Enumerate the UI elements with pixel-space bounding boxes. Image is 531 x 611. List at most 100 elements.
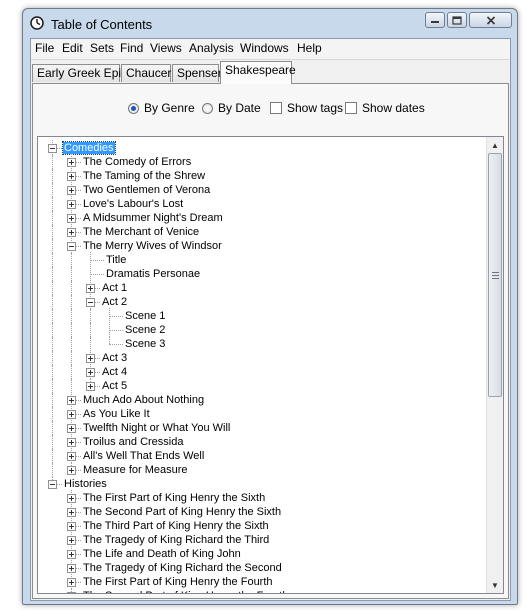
window-client-area: File Edit Sets Find Views Analysis Windo… (30, 38, 511, 601)
scroll-down-button[interactable]: ▼ (487, 577, 503, 593)
expand-icon[interactable] (67, 158, 76, 167)
menu-windows[interactable]: Windows (240, 41, 289, 56)
close-button[interactable] (469, 12, 512, 28)
clock-icon[interactable] (30, 16, 44, 30)
expand-icon[interactable] (86, 382, 95, 391)
tree-item-label: Twelfth Night or What You Will (83, 422, 231, 434)
tree-item-troilus-and-cressida[interactable]: Troilus and Cressida (82, 435, 184, 449)
title-bar[interactable]: Table of Contents (23, 9, 517, 39)
collapse-icon[interactable] (86, 298, 95, 307)
tree-connector-line (109, 336, 110, 344)
tree-item-act-5[interactable]: Act 5 (101, 379, 128, 393)
expand-icon[interactable] (67, 172, 76, 181)
tree-item-the-merchant-of-venice[interactable]: The Merchant of Venice (82, 225, 200, 239)
expand-icon[interactable] (67, 494, 76, 503)
expand-icon[interactable] (67, 396, 76, 405)
tree-item-act-4[interactable]: Act 4 (101, 365, 128, 379)
tree-item-a-midsummer-night-s-dream[interactable]: A Midsummer Night's Dream (82, 211, 224, 225)
tree-connector-line (109, 344, 123, 345)
by-genre-option[interactable]: By Genre (128, 101, 195, 115)
tree-item-two-gentlemen-of-verona[interactable]: Two Gentlemen of Verona (82, 183, 211, 197)
tree-connector-line (52, 197, 53, 211)
tree-item-scene-3[interactable]: Scene 3 (124, 337, 166, 351)
tree-item-histories[interactable]: Histories (63, 477, 108, 491)
tree-item-twelfth-night-or-what-you-will[interactable]: Twelfth Night or What You Will (82, 421, 231, 435)
expand-icon[interactable] (67, 410, 76, 419)
expand-icon[interactable] (67, 200, 76, 209)
tree-connector-line (52, 379, 53, 393)
expand-icon[interactable] (67, 522, 76, 531)
expand-icon[interactable] (67, 466, 76, 475)
tree-item-as-you-like-it[interactable]: As You Like It (82, 407, 151, 421)
minimize-icon (431, 21, 439, 23)
tree-item-the-tragedy-of-king-richard-the-second[interactable]: The Tragedy of King Richard the Second (82, 561, 283, 575)
expand-icon[interactable] (67, 578, 76, 587)
menu-file[interactable]: File (35, 41, 54, 56)
expand-icon[interactable] (67, 424, 76, 433)
tab-chaucer[interactable]: Chaucer (121, 64, 171, 82)
tree-item-label: The Comedy of Errors (83, 156, 192, 168)
tree-item-the-comedy-of-errors[interactable]: The Comedy of Errors (82, 155, 192, 169)
by-date-option[interactable]: By Date (202, 101, 261, 115)
scroll-thumb[interactable] (488, 153, 502, 397)
tree-item-act-3[interactable]: Act 3 (101, 351, 128, 365)
tree-item-the-merry-wives-of-windsor[interactable]: The Merry Wives of Windsor (82, 239, 223, 253)
expand-icon[interactable] (67, 228, 76, 237)
menu-views[interactable]: Views (150, 41, 182, 56)
scroll-up-button[interactable]: ▲ (487, 137, 503, 153)
tab-early-greek-epic[interactable]: Early Greek Epic (32, 64, 127, 82)
tree-item-the-life-and-death-of-king-john[interactable]: The Life and Death of King John (82, 547, 242, 561)
expand-icon[interactable] (67, 564, 76, 573)
contents-tree: Comedies The Comedy of Errors The Taming o… (37, 136, 504, 594)
tree-item-the-second-part-of-king-henry-the-fourth[interactable]: The Second Part of King Henry the Fourth (82, 589, 289, 593)
expand-icon[interactable] (67, 550, 76, 559)
menu-edit[interactable]: Edit (62, 41, 83, 56)
expand-icon[interactable] (86, 368, 95, 377)
show-dates-option[interactable]: Show dates (345, 101, 425, 115)
tree-item-act-1[interactable]: Act 1 (101, 281, 128, 295)
tree-item-dramatis-personae[interactable]: Dramatis Personae (105, 267, 201, 281)
tree-item-the-taming-of-the-shrew[interactable]: The Taming of the Shrew (82, 169, 206, 183)
tab-spenser[interactable]: Spenser (172, 64, 222, 82)
tree-item-scene-1[interactable]: Scene 1 (124, 309, 166, 323)
tree-item-comedies[interactable]: Comedies (62, 141, 116, 155)
tree-item-the-first-part-of-king-henry-the-fourth[interactable]: The First Part of King Henry the Fourth (82, 575, 274, 589)
expand-icon[interactable] (86, 354, 95, 363)
expand-icon[interactable] (67, 452, 76, 461)
collapse-icon[interactable] (48, 480, 57, 489)
expand-icon[interactable] (67, 508, 76, 517)
by-genre-radio[interactable] (128, 102, 139, 114)
menu-find[interactable]: Find (120, 41, 143, 56)
expand-icon[interactable] (67, 592, 76, 593)
maximize-button[interactable] (447, 12, 467, 28)
menu-sets[interactable]: Sets (90, 41, 114, 56)
tree-item-the-first-part-of-king-henry-the-sixth[interactable]: The First Part of King Henry the Sixth (82, 491, 266, 505)
show-dates-checkbox[interactable] (345, 102, 357, 114)
minimize-button[interactable] (425, 12, 445, 28)
collapse-icon[interactable] (67, 242, 76, 251)
tree-item-the-second-part-of-king-henry-the-sixth[interactable]: The Second Part of King Henry the Sixth (82, 505, 282, 519)
collapse-icon[interactable] (48, 144, 57, 153)
vertical-scrollbar[interactable]: ▲ ▼ (486, 137, 503, 593)
tree-item-love-s-labour-s-lost[interactable]: Love's Labour's Lost (82, 197, 184, 211)
tree-item-the-tragedy-of-king-richard-the-third[interactable]: The Tragedy of King Richard the Third (82, 533, 270, 547)
show-tags-checkbox[interactable] (270, 102, 282, 114)
expand-icon[interactable] (67, 438, 76, 447)
tree-item-scene-2[interactable]: Scene 2 (124, 323, 166, 337)
tree-item-act-2[interactable]: Act 2 (101, 295, 128, 309)
expand-icon[interactable] (67, 214, 76, 223)
tree-item-measure-for-measure[interactable]: Measure for Measure (82, 463, 189, 477)
by-date-radio[interactable] (202, 102, 213, 114)
tree-item-title[interactable]: Title (105, 253, 127, 267)
tab-shakespeare[interactable]: Shakespeare (220, 61, 296, 84)
tree-item-the-third-part-of-king-henry-the-sixth[interactable]: The Third Part of King Henry the Sixth (82, 519, 270, 533)
expand-icon[interactable] (67, 536, 76, 545)
expand-icon[interactable] (86, 284, 95, 293)
show-tags-option[interactable]: Show tags (270, 101, 343, 115)
tree-connector-line (52, 351, 53, 365)
expand-icon[interactable] (67, 186, 76, 195)
tree-item-all-s-well-that-ends-well[interactable]: All's Well That Ends Well (82, 449, 205, 463)
menu-help[interactable]: Help (297, 41, 322, 56)
menu-analysis[interactable]: Analysis (189, 41, 234, 56)
tree-item-much-ado-about-nothing[interactable]: Much Ado About Nothing (82, 393, 205, 407)
